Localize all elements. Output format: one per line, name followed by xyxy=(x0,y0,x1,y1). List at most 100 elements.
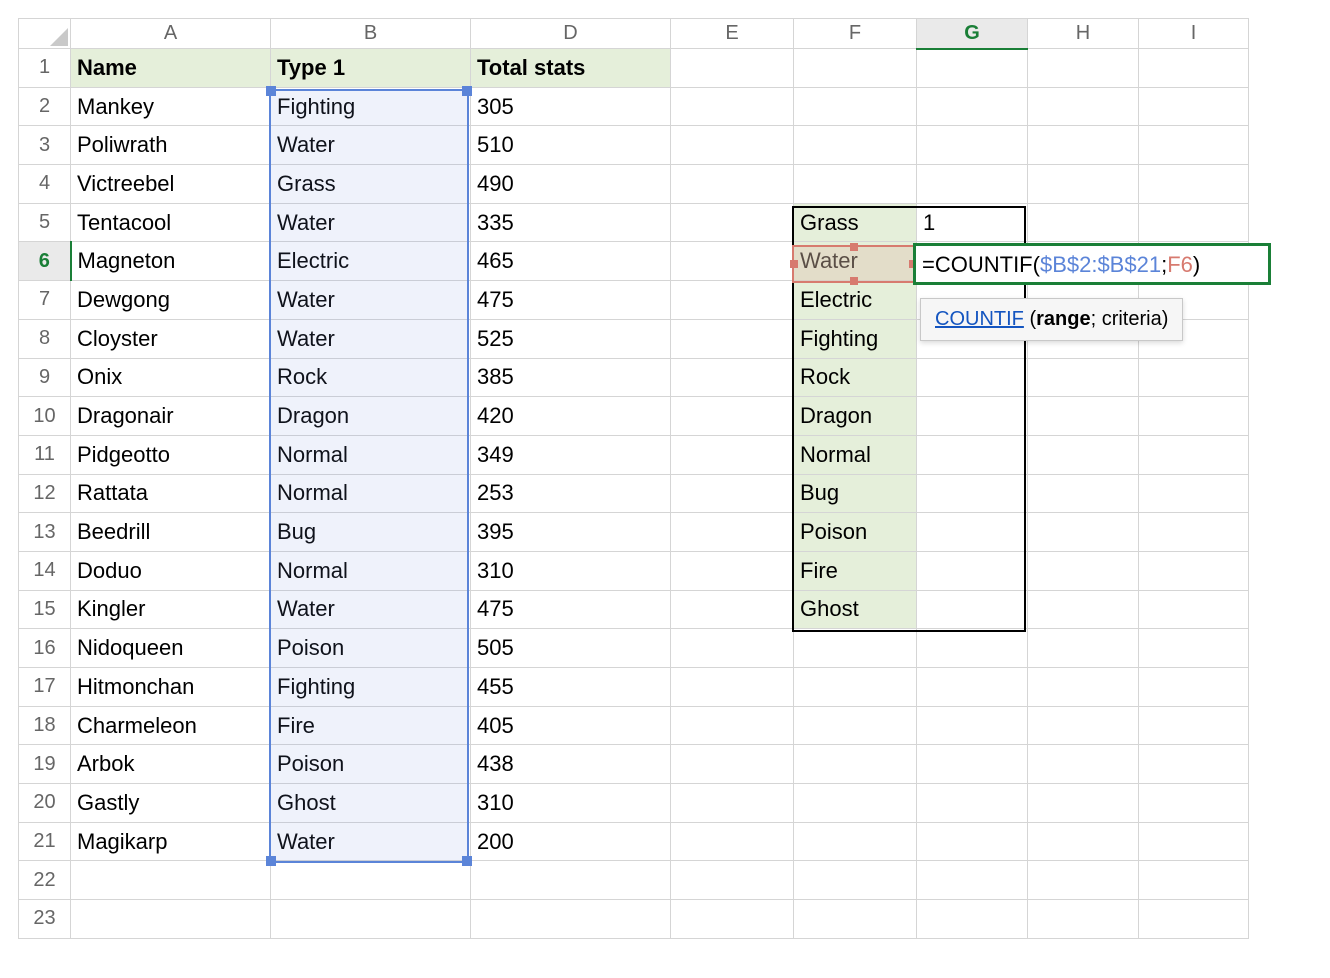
cell-G4[interactable] xyxy=(917,165,1028,204)
cell-F12[interactable]: Bug xyxy=(794,474,917,513)
cell-B4[interactable]: Grass xyxy=(271,165,471,204)
cell-D13[interactable]: 395 xyxy=(471,513,671,552)
cell-F11[interactable]: Normal xyxy=(794,435,917,474)
cell-A1[interactable]: Name xyxy=(71,49,271,88)
cell-A13[interactable]: Beedrill xyxy=(71,513,271,552)
cell-F14[interactable]: Fire xyxy=(794,551,917,590)
cell-A12[interactable]: Rattata xyxy=(71,474,271,513)
cell-E7[interactable] xyxy=(671,281,794,320)
row-header-2[interactable]: 2 xyxy=(19,87,71,126)
cell-A23[interactable] xyxy=(71,900,271,939)
cell-G23[interactable] xyxy=(917,900,1028,939)
cell-E8[interactable] xyxy=(671,319,794,358)
cell-F15[interactable]: Ghost xyxy=(794,590,917,629)
cell-D3[interactable]: 510 xyxy=(471,126,671,165)
cell-G15[interactable] xyxy=(917,590,1028,629)
cell-F21[interactable] xyxy=(794,822,917,861)
cell-F17[interactable] xyxy=(794,668,917,707)
row-header-9[interactable]: 9 xyxy=(19,358,71,397)
cell-E3[interactable] xyxy=(671,126,794,165)
cell-I16[interactable] xyxy=(1139,629,1249,668)
cell-B9[interactable]: Rock xyxy=(271,358,471,397)
cell-F1[interactable] xyxy=(794,49,917,88)
cell-G5[interactable]: 1 xyxy=(917,203,1028,242)
cell-B21[interactable]: Water xyxy=(271,822,471,861)
cell-H2[interactable] xyxy=(1028,87,1139,126)
cell-H10[interactable] xyxy=(1028,397,1139,436)
cell-A3[interactable]: Poliwrath xyxy=(71,126,271,165)
cell-F5[interactable]: Grass xyxy=(794,203,917,242)
cell-E22[interactable] xyxy=(671,861,794,900)
cell-D17[interactable]: 455 xyxy=(471,668,671,707)
cell-A18[interactable]: Charmeleon xyxy=(71,706,271,745)
cell-D11[interactable]: 349 xyxy=(471,435,671,474)
row-header-3[interactable]: 3 xyxy=(19,126,71,165)
cell-H15[interactable] xyxy=(1028,590,1139,629)
cell-B15[interactable]: Water xyxy=(271,590,471,629)
cell-A16[interactable]: Nidoqueen xyxy=(71,629,271,668)
cell-D16[interactable]: 505 xyxy=(471,629,671,668)
cell-I3[interactable] xyxy=(1139,126,1249,165)
cell-B18[interactable]: Fire xyxy=(271,706,471,745)
cell-I15[interactable] xyxy=(1139,590,1249,629)
cell-F10[interactable]: Dragon xyxy=(794,397,917,436)
cell-D21[interactable]: 200 xyxy=(471,822,671,861)
cell-A7[interactable]: Dewgong xyxy=(71,281,271,320)
cell-H11[interactable] xyxy=(1028,435,1139,474)
cell-H14[interactable] xyxy=(1028,551,1139,590)
cell-I5[interactable] xyxy=(1139,203,1249,242)
cell-B22[interactable] xyxy=(271,861,471,900)
cell-D4[interactable]: 490 xyxy=(471,165,671,204)
cell-H18[interactable] xyxy=(1028,706,1139,745)
row-header-16[interactable]: 16 xyxy=(19,629,71,668)
row-header-10[interactable]: 10 xyxy=(19,397,71,436)
cell-A17[interactable]: Hitmonchan xyxy=(71,668,271,707)
cell-I13[interactable] xyxy=(1139,513,1249,552)
cell-A22[interactable] xyxy=(71,861,271,900)
cell-I21[interactable] xyxy=(1139,822,1249,861)
cell-H20[interactable] xyxy=(1028,784,1139,823)
cell-B7[interactable]: Water xyxy=(271,281,471,320)
col-header-B[interactable]: B xyxy=(271,19,471,49)
cell-H13[interactable] xyxy=(1028,513,1139,552)
cell-F7[interactable]: Electric xyxy=(794,281,917,320)
col-header-D[interactable]: D xyxy=(471,19,671,49)
tooltip-arg-criteria[interactable]: criteria xyxy=(1102,308,1162,330)
cell-B2[interactable]: Fighting xyxy=(271,87,471,126)
cell-G18[interactable] xyxy=(917,706,1028,745)
cell-A15[interactable]: Kingler xyxy=(71,590,271,629)
cell-B3[interactable]: Water xyxy=(271,126,471,165)
row-header-11[interactable]: 11 xyxy=(19,435,71,474)
row-header-8[interactable]: 8 xyxy=(19,319,71,358)
cell-I17[interactable] xyxy=(1139,668,1249,707)
row-header-23[interactable]: 23 xyxy=(19,900,71,939)
row-header-21[interactable]: 21 xyxy=(19,822,71,861)
cell-H22[interactable] xyxy=(1028,861,1139,900)
cell-D19[interactable]: 438 xyxy=(471,745,671,784)
cell-H16[interactable] xyxy=(1028,629,1139,668)
cell-A9[interactable]: Onix xyxy=(71,358,271,397)
cell-A11[interactable]: Pidgeotto xyxy=(71,435,271,474)
cell-G13[interactable] xyxy=(917,513,1028,552)
cell-G2[interactable] xyxy=(917,87,1028,126)
cell-A19[interactable]: Arbok xyxy=(71,745,271,784)
cell-G9[interactable] xyxy=(917,358,1028,397)
cell-D5[interactable]: 335 xyxy=(471,203,671,242)
cell-E14[interactable] xyxy=(671,551,794,590)
cell-G1[interactable] xyxy=(917,49,1028,88)
cell-H5[interactable] xyxy=(1028,203,1139,242)
cell-E16[interactable] xyxy=(671,629,794,668)
cell-F4[interactable] xyxy=(794,165,917,204)
cell-G11[interactable] xyxy=(917,435,1028,474)
cell-G21[interactable] xyxy=(917,822,1028,861)
cell-B1[interactable]: Type 1 xyxy=(271,49,471,88)
cell-F8[interactable]: Fighting xyxy=(794,319,917,358)
cell-D10[interactable]: 420 xyxy=(471,397,671,436)
cell-B5[interactable]: Water xyxy=(271,203,471,242)
cell-F23[interactable] xyxy=(794,900,917,939)
cell-F22[interactable] xyxy=(794,861,917,900)
cell-B16[interactable]: Poison xyxy=(271,629,471,668)
cell-B20[interactable]: Ghost xyxy=(271,784,471,823)
cell-E5[interactable] xyxy=(671,203,794,242)
cell-E13[interactable] xyxy=(671,513,794,552)
